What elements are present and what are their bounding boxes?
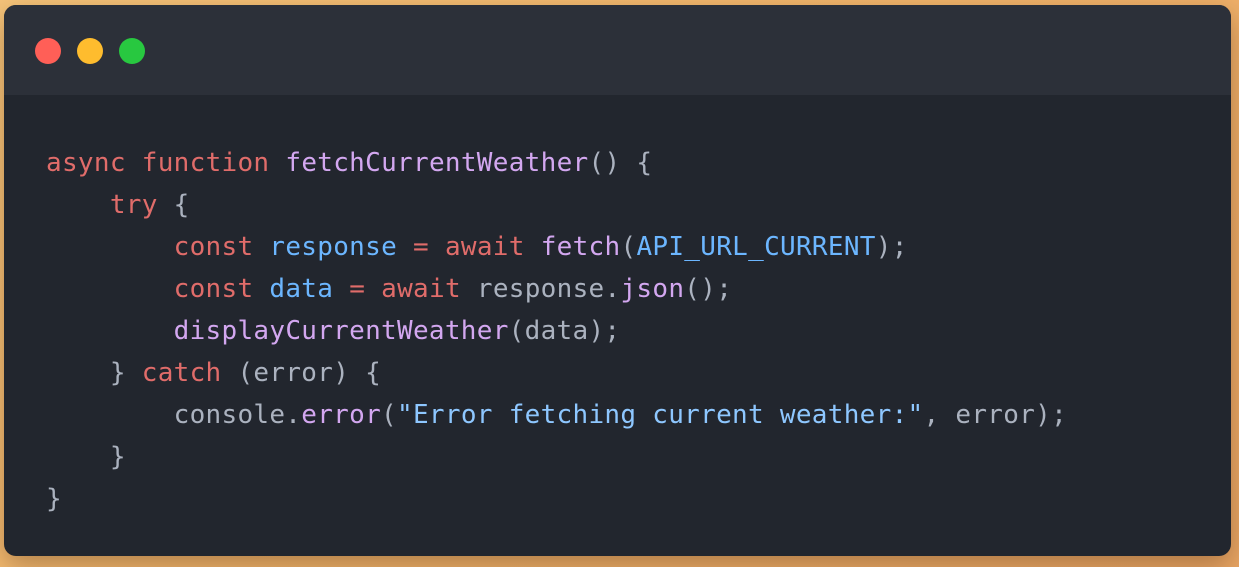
code-window: async function fetchCurrentWeather() { t… <box>4 5 1231 556</box>
code-token: } <box>46 442 126 472</box>
code-token: ); <box>875 232 908 262</box>
code-token: data <box>269 274 334 304</box>
minimize-window-button[interactable] <box>77 38 103 64</box>
code-line: console.error("Error fetching current we… <box>46 394 1067 436</box>
code-token: response <box>269 232 398 262</box>
code-token: = <box>349 274 366 304</box>
code-token: (); <box>684 274 733 304</box>
code-line: } <box>46 436 1067 478</box>
code-token: = <box>413 232 429 262</box>
code-token: ( <box>381 400 398 430</box>
code-token: { <box>157 190 190 220</box>
maximize-window-button[interactable] <box>119 38 145 64</box>
code-line: try { <box>46 184 1067 226</box>
code-token: function <box>141 148 270 178</box>
code-token: console. <box>46 400 302 430</box>
code-token: catch <box>141 358 222 388</box>
code-token: ( <box>620 232 637 262</box>
code-token: } <box>46 358 142 388</box>
code-token: (data); <box>508 316 621 346</box>
code-token: const <box>173 232 254 262</box>
code-token: , error); <box>923 400 1068 430</box>
code-line: } <box>46 478 1067 520</box>
code-token: fetchCurrentWeather <box>285 148 589 178</box>
code-token: response. <box>460 274 621 304</box>
code-token: displayCurrentWeather <box>173 316 509 346</box>
code-line: const response = await fetch(API_URL_CUR… <box>46 226 1067 268</box>
code-token: "Error fetching current weather:" <box>397 400 924 430</box>
code-token: json <box>620 274 685 304</box>
code-token: try <box>109 190 158 220</box>
code-token: () { <box>588 148 653 178</box>
code-line: const data = await response.json(); <box>46 268 1067 310</box>
code-line: displayCurrentWeather(data); <box>46 310 1067 352</box>
code-token: await <box>444 232 525 262</box>
code-token: fetch <box>540 232 621 262</box>
code-token: const <box>173 274 254 304</box>
code-token: await <box>381 274 461 304</box>
code-block: async function fetchCurrentWeather() { t… <box>46 142 1067 520</box>
close-window-button[interactable] <box>35 38 61 64</box>
window-titlebar <box>4 5 1231 95</box>
code-token: error <box>301 400 382 430</box>
code-token: } <box>46 484 62 514</box>
code-token: (error) { <box>221 358 382 388</box>
code-token: API_URL_CURRENT <box>636 232 876 262</box>
code-token: async <box>46 148 126 178</box>
code-line: async function fetchCurrentWeather() { <box>46 142 1067 184</box>
code-line: } catch (error) { <box>46 352 1067 394</box>
